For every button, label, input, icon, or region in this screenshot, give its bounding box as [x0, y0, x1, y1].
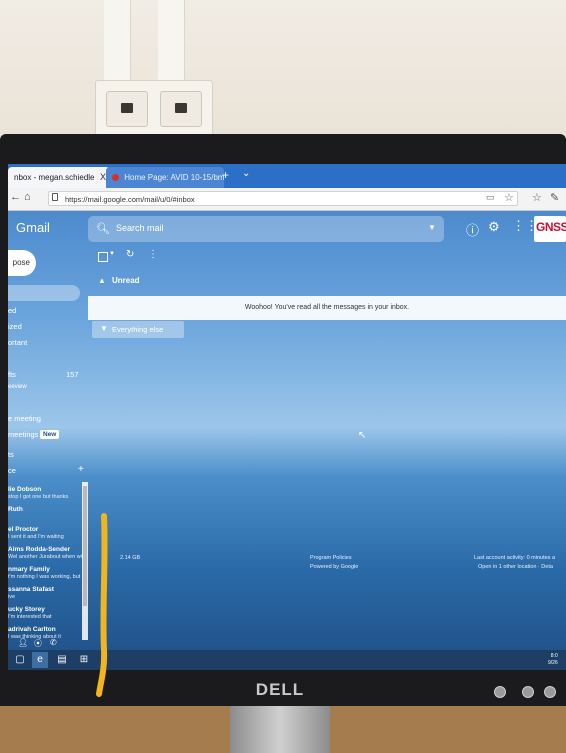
- monitor-screen: nbox - megan.schiedle X Home Page: AVID …: [8, 164, 566, 670]
- monitor-menu-button[interactable]: [522, 686, 534, 698]
- compose-button[interactable]: pose: [8, 250, 36, 276]
- chevron-down-icon[interactable]: ▼: [109, 251, 115, 257]
- windows-taskbar: ▢ e ▤ ⊞ 8:0 9/26: [8, 650, 566, 670]
- chevron-down-icon: ▼: [100, 324, 108, 333]
- home-icon[interactable]: ⌂: [24, 191, 31, 203]
- monitor-input-button[interactable]: [544, 686, 556, 698]
- chat-contact-preview: I'm interested that: [8, 614, 52, 620]
- chat-contact-preview: t'm nothing I was working, but: [8, 574, 81, 580]
- tab-label: Home Page: AVID 10-15/bm: [124, 173, 224, 182]
- monitor-power-button[interactable]: [494, 686, 506, 698]
- chat-contact-preview: ive: [8, 594, 16, 600]
- tab-label: nbox - megan.schiedle: [14, 173, 95, 182]
- chat-contact-name[interactable]: Aims Rodda-Sender: [8, 546, 70, 553]
- select-all-checkbox[interactable]: [98, 252, 108, 262]
- reading-view-icon[interactable]: ▭: [486, 192, 495, 203]
- sidebar-item-important[interactable]: ortant: [8, 338, 27, 347]
- sidebar-item-snoozed[interactable]: ed: [8, 306, 16, 315]
- chat-contact-name[interactable]: ucky Storey: [8, 606, 45, 613]
- drafts-count: 157: [66, 370, 79, 379]
- clock-date: 9/26: [548, 660, 558, 666]
- sidebar-item-drafts[interactable]: fts 157: [8, 370, 79, 379]
- chat-section-title: ts: [8, 450, 14, 459]
- network-wall-jack: [95, 80, 213, 136]
- chat-scrollbar-thumb[interactable]: [83, 486, 87, 606]
- tab-home-page[interactable]: Home Page: AVID 10-15/bm: [106, 167, 224, 188]
- account-details-link[interactable]: Open in 1 other location · Deta: [478, 564, 553, 570]
- sidebar-item-my-meetings[interactable]: meetings: [8, 430, 38, 439]
- ethernet-port-icon: [160, 91, 202, 127]
- task-view-icon[interactable]: ▢: [12, 652, 28, 668]
- wall-conduit: [158, 0, 185, 84]
- chat-contact-name[interactable]: nmary Family: [8, 566, 50, 573]
- taskbar-clock[interactable]: 8:0 9/26: [548, 653, 558, 667]
- tab-list-button[interactable]: ⌄: [242, 168, 250, 179]
- powered-by-google: Powered by Google: [310, 564, 359, 570]
- chat-contact-name[interactable]: el Proctor: [8, 526, 38, 533]
- new-badge: New: [40, 430, 60, 439]
- chat-contact-preview: stop I got one but thanks: [8, 494, 69, 500]
- gmail-header: Gmail 🔍︎ Search mail ▼: [8, 210, 566, 248]
- browser-tab-bar: nbox - megan.schiedle X Home Page: AVID …: [8, 164, 566, 188]
- sidebar-item-prioritized[interactable]: ized: [8, 322, 22, 331]
- search-placeholder: Search mail: [116, 223, 164, 233]
- monitor-stand: [230, 704, 330, 753]
- organization-logo[interactable]: GNSS: [534, 216, 566, 242]
- chat-contact-preview: Wel another Jurabout when will: [8, 554, 85, 560]
- collapse-section-icon[interactable]: ▲: [98, 276, 106, 285]
- pen-icon[interactable]: ✎: [550, 191, 559, 204]
- sidebar-item-label-group[interactable]: eeview: [8, 384, 27, 390]
- chat-user-menu[interactable]: ce: [8, 466, 16, 475]
- empty-inbox-message: Woohoo! You've read all the messages in …: [244, 304, 410, 311]
- new-tab-button[interactable]: +: [222, 168, 229, 182]
- location-icon[interactable]: ⦿: [34, 638, 42, 649]
- everything-else-section[interactable]: ▼ Everything else: [92, 321, 184, 338]
- hangouts-chat-list: lie Dobson stop I got one but thanks Rut…: [8, 480, 88, 640]
- address-bar: ← ⌂ https://mail.google.com/mail/u/0/#in…: [8, 188, 566, 211]
- gear-icon[interactable]: ⚙: [488, 219, 500, 235]
- clock-time: 8:0: [550, 653, 558, 659]
- search-options-icon[interactable]: ▼: [428, 223, 436, 232]
- chat-contact-name[interactable]: Ruth: [8, 506, 23, 513]
- search-icon[interactable]: 🔍︎: [96, 222, 110, 235]
- monitor-brand-logo: DELL: [255, 680, 305, 699]
- edge-browser-icon[interactable]: e: [32, 652, 48, 668]
- person-icon[interactable]: 👤︎: [18, 638, 28, 647]
- wall: [0, 0, 566, 150]
- program-policies-link[interactable]: Program Policies: [310, 555, 352, 561]
- chat-contact-name[interactable]: ssanna Stafast: [8, 586, 54, 593]
- ethernet-port-icon: [106, 91, 148, 127]
- empty-inbox-message-bar: Woohoo! You've read all the messages in …: [88, 296, 566, 320]
- site-favicon-icon: [112, 174, 119, 182]
- search-input[interactable]: 🔍︎ Search mail ▼: [88, 216, 444, 242]
- wall-conduit: [104, 0, 131, 84]
- sidebar-item-label: fts: [8, 370, 16, 379]
- refresh-icon[interactable]: ↻: [126, 249, 134, 260]
- sidebar-item-new-meeting[interactable]: e meeting: [8, 414, 41, 423]
- phone-icon[interactable]: ✆: [50, 638, 57, 647]
- favorites-icon[interactable]: ☆: [532, 191, 542, 204]
- everything-else-label: Everything else: [112, 325, 164, 334]
- back-arrow-icon[interactable]: ←: [10, 191, 21, 203]
- file-explorer-icon[interactable]: ▤: [54, 652, 70, 668]
- more-options-icon[interactable]: ⋮: [148, 249, 158, 260]
- store-icon[interactable]: ⊞: [76, 652, 92, 668]
- tab-inbox[interactable]: nbox - megan.schiedle X: [8, 167, 110, 188]
- chat-contact-name[interactable]: adrivah Carlton: [8, 626, 56, 633]
- favorite-star-icon[interactable]: ☆: [504, 191, 514, 204]
- url-input[interactable]: https://mail.google.com/mail/u/0/#inbox: [48, 191, 518, 206]
- chat-contact-name[interactable]: lie Dobson: [8, 486, 41, 493]
- lock-icon: [52, 193, 58, 201]
- sidebar-item-inbox-active[interactable]: [8, 285, 80, 301]
- last-account-activity: Last account activity: 0 minutes a: [474, 555, 556, 561]
- mouse-cursor-icon: ↖: [358, 430, 367, 441]
- help-icon[interactable]: ⓘ: [466, 220, 479, 239]
- storage-usage: 2.14 GB: [120, 555, 141, 561]
- organization-logo-text: GNSS: [536, 220, 566, 234]
- chat-contact-preview: I sent it and I'm waiting: [8, 534, 64, 540]
- gmail-logo[interactable]: Gmail: [16, 220, 50, 235]
- unread-section-title[interactable]: Unread: [112, 276, 140, 285]
- add-chat-icon[interactable]: +: [78, 464, 84, 475]
